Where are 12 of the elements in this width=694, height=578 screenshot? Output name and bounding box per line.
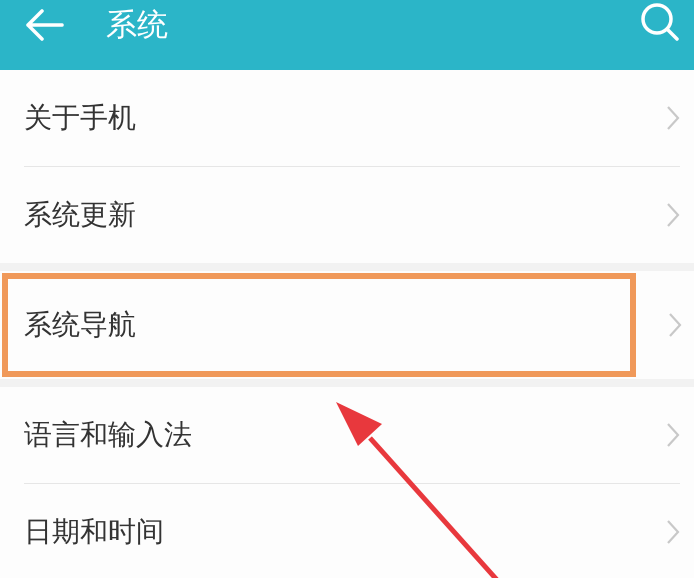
chevron-icon [666,422,680,448]
chevron-icon [668,312,682,338]
screen-title: 系统 [106,6,169,45]
settings-item[interactable]: 关于手机 [0,70,694,166]
chevron-icon [666,105,680,131]
back-arrow-icon[interactable] [24,8,64,42]
settings-item[interactable]: 语言和输入法 [0,387,694,483]
chevron-icon [666,519,680,545]
settings-item[interactable]: 系统更新 [0,167,694,263]
chevron-icon [666,202,680,228]
search-icon[interactable] [640,2,680,42]
settings-item[interactable]: 日期和时间 [0,484,694,578]
